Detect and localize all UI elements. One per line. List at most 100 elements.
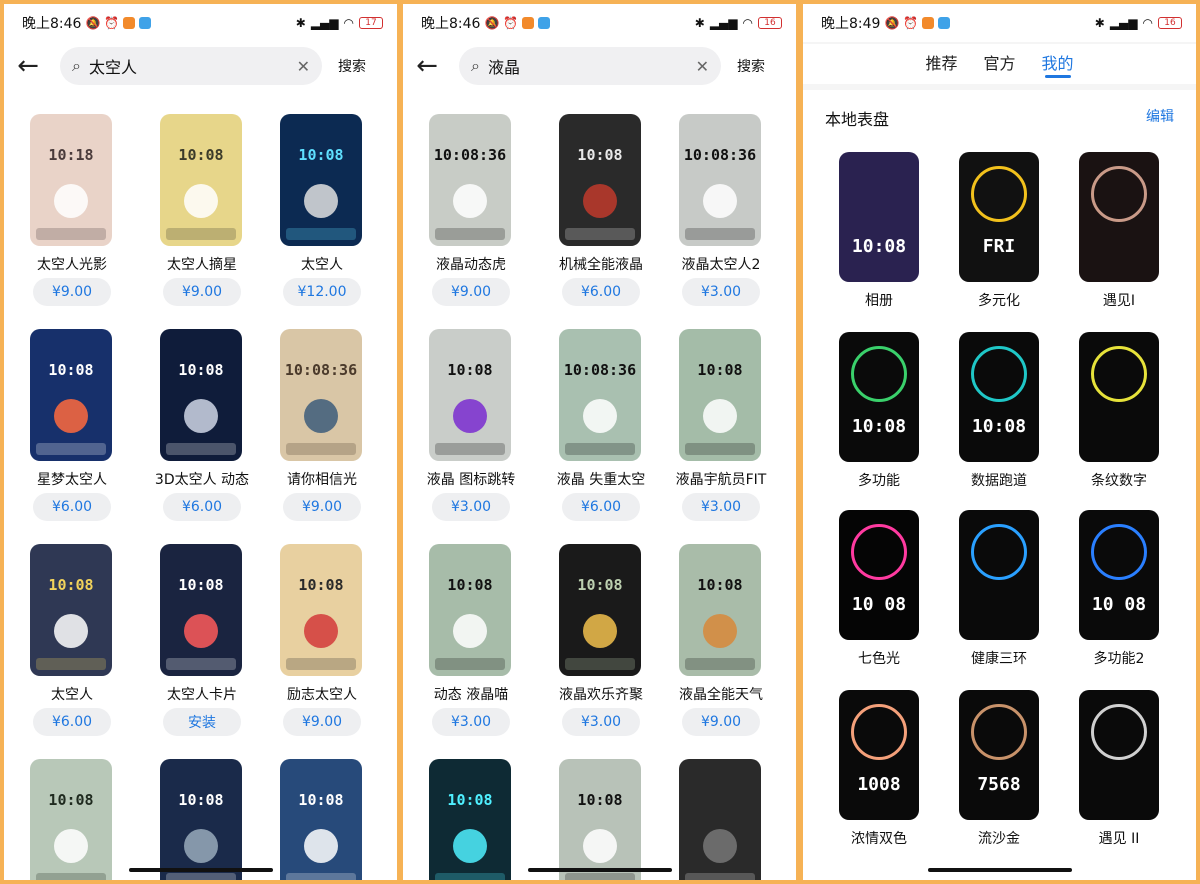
watchface-preview[interactable]: 10:08:36: [280, 329, 362, 461]
clear-icon[interactable]: ✕: [696, 57, 709, 76]
watchface-preview[interactable]: 10:08: [559, 544, 641, 676]
watchface-preview[interactable]: 10:18: [30, 114, 112, 246]
watchface-preview[interactable]: 10:08: [429, 544, 511, 676]
watchface-preview[interactable]: 10:08: [839, 152, 919, 282]
price-button[interactable]: ¥3.00: [682, 278, 760, 306]
battery-icon: 16: [758, 17, 782, 29]
watchface-preview[interactable]: 10:08: [160, 544, 242, 676]
watchface-preview[interactable]: [679, 759, 761, 880]
search-input[interactable]: ⌕ 太空人 ✕: [60, 47, 322, 85]
astronaut-icon: [703, 829, 737, 863]
watchface-preview[interactable]: [959, 510, 1039, 640]
watchface-preview[interactable]: 10 08: [839, 510, 919, 640]
home-indicator[interactable]: [527, 868, 672, 872]
watchface-name: 液晶全能天气: [679, 687, 763, 703]
price-button[interactable]: 安装: [163, 708, 241, 736]
watchface-preview[interactable]: 10 08: [1079, 510, 1159, 640]
tab-recommended[interactable]: 推荐: [925, 44, 957, 84]
watchface-preview[interactable]: 10:08: [160, 114, 242, 246]
bluetooth-icon: ✱: [1094, 16, 1105, 30]
tab-official[interactable]: 官方: [983, 44, 1015, 84]
watchface-name: 太空人: [301, 257, 343, 273]
astronaut-icon: [304, 614, 338, 648]
watchface-preview[interactable]: 1008: [839, 690, 919, 820]
back-arrow-icon[interactable]: ←: [403, 44, 451, 88]
astronaut-icon: [453, 829, 487, 863]
watchface-preview[interactable]: 10:08:36: [679, 114, 761, 246]
back-arrow-icon[interactable]: ←: [4, 44, 52, 88]
price-button[interactable]: ¥6.00: [33, 708, 111, 736]
status-time: 晚上8:46: [421, 16, 481, 32]
preview-time: 10:08: [697, 576, 743, 594]
notify-app-icon: [938, 17, 951, 29]
watchface-preview[interactable]: 10:08: [160, 329, 242, 461]
watchface-name: 请你相信光: [287, 472, 357, 488]
watchface-preview[interactable]: 10:08: [280, 544, 362, 676]
search-button[interactable]: 搜索: [721, 56, 781, 76]
search-query: 液晶: [487, 58, 520, 77]
watchface-preview[interactable]: 10:08: [30, 544, 112, 676]
watchface-preview[interactable]: 10:08: [959, 332, 1039, 462]
watchface-preview[interactable]: 10:08: [429, 759, 511, 880]
watchface-preview[interactable]: [1079, 332, 1159, 462]
search-icon: ⌕: [72, 56, 81, 75]
watchface-preview[interactable]: 10:08:36: [559, 329, 641, 461]
watchface-preview[interactable]: 10:08: [559, 114, 641, 246]
bluetooth-icon: ✱: [295, 16, 306, 30]
phone-panel-space-search: 晚上8:46 🔕 ⏰ ✱ ▂▄▆ ◠ 17 ← ⌕ 太空人 ✕ 搜索 10:18…: [4, 4, 397, 880]
watchface-preview[interactable]: 10:08: [679, 329, 761, 461]
price-button[interactable]: ¥9.00: [33, 278, 111, 306]
dial-ring-icon: [851, 524, 907, 580]
preview-stats-bar: [166, 228, 236, 240]
preview-time: 10:08: [447, 361, 493, 379]
watchface-name: 机械全能液晶: [559, 257, 643, 273]
price-button[interactable]: ¥3.00: [432, 708, 510, 736]
watchface-preview[interactable]: 10:08: [30, 759, 112, 880]
price-button[interactable]: ¥6.00: [163, 493, 241, 521]
watchface-preview[interactable]: 10:08: [30, 329, 112, 461]
price-button[interactable]: ¥9.00: [283, 493, 361, 521]
preview-stats-bar: [286, 228, 356, 240]
tab-mine[interactable]: 我的: [1042, 44, 1074, 84]
preview-time: 10:08: [48, 576, 94, 594]
preview-time: 10:08: [971, 416, 1027, 437]
section-header: 本地表盘 编辑: [825, 106, 1174, 130]
price-button[interactable]: ¥9.00: [283, 708, 361, 736]
preview-stats-bar: [685, 658, 755, 670]
home-indicator[interactable]: [128, 868, 273, 872]
watchface-preview[interactable]: 7568: [959, 690, 1039, 820]
astronaut-icon: [304, 184, 338, 218]
price-button[interactable]: ¥3.00: [682, 493, 760, 521]
watchface-preview[interactable]: 10:08: [280, 759, 362, 880]
status-bar: 晚上8:46 🔕 ⏰ ✱ ▂▄▆ ◠ 17: [4, 4, 397, 42]
price-button[interactable]: ¥12.00: [283, 278, 361, 306]
watchface-preview[interactable]: [1079, 690, 1159, 820]
price-button[interactable]: ¥9.00: [682, 708, 760, 736]
search-button[interactable]: 搜索: [322, 56, 382, 76]
watchface-preview[interactable]: FRI: [959, 152, 1039, 282]
preview-stats-bar: [685, 443, 755, 455]
price-button[interactable]: ¥3.00: [562, 708, 640, 736]
price-button[interactable]: ¥3.00: [432, 493, 510, 521]
price-button[interactable]: ¥6.00: [562, 278, 640, 306]
watchface-preview[interactable]: 10:08: [429, 329, 511, 461]
edit-button[interactable]: 编辑: [1146, 106, 1174, 130]
watchface-preview[interactable]: 10:08: [839, 332, 919, 462]
astronaut-icon: [304, 829, 338, 863]
status-right: ✱ ▂▄▆ ◠ 17: [296, 16, 383, 30]
clear-icon[interactable]: ✕: [297, 57, 310, 76]
price-button[interactable]: ¥9.00: [432, 278, 510, 306]
search-input[interactable]: ⌕ 液晶 ✕: [459, 47, 721, 85]
home-indicator[interactable]: [927, 868, 1072, 872]
status-bar: 晚上8:46 🔕 ⏰ ✱ ▂▄▆ ◠ 16: [403, 4, 796, 42]
watchface-preview[interactable]: 10:08: [280, 114, 362, 246]
watchface-preview[interactable]: 10:08: [559, 759, 641, 880]
price-button[interactable]: ¥6.00: [33, 493, 111, 521]
watchface-preview[interactable]: 10:08: [160, 759, 242, 880]
watchface-name: 液晶太空人2: [681, 257, 761, 273]
watchface-preview[interactable]: [1079, 152, 1159, 282]
price-button[interactable]: ¥9.00: [163, 278, 241, 306]
watchface-preview[interactable]: 10:08: [679, 544, 761, 676]
price-button[interactable]: ¥6.00: [562, 493, 640, 521]
watchface-preview[interactable]: 10:08:36: [429, 114, 511, 246]
